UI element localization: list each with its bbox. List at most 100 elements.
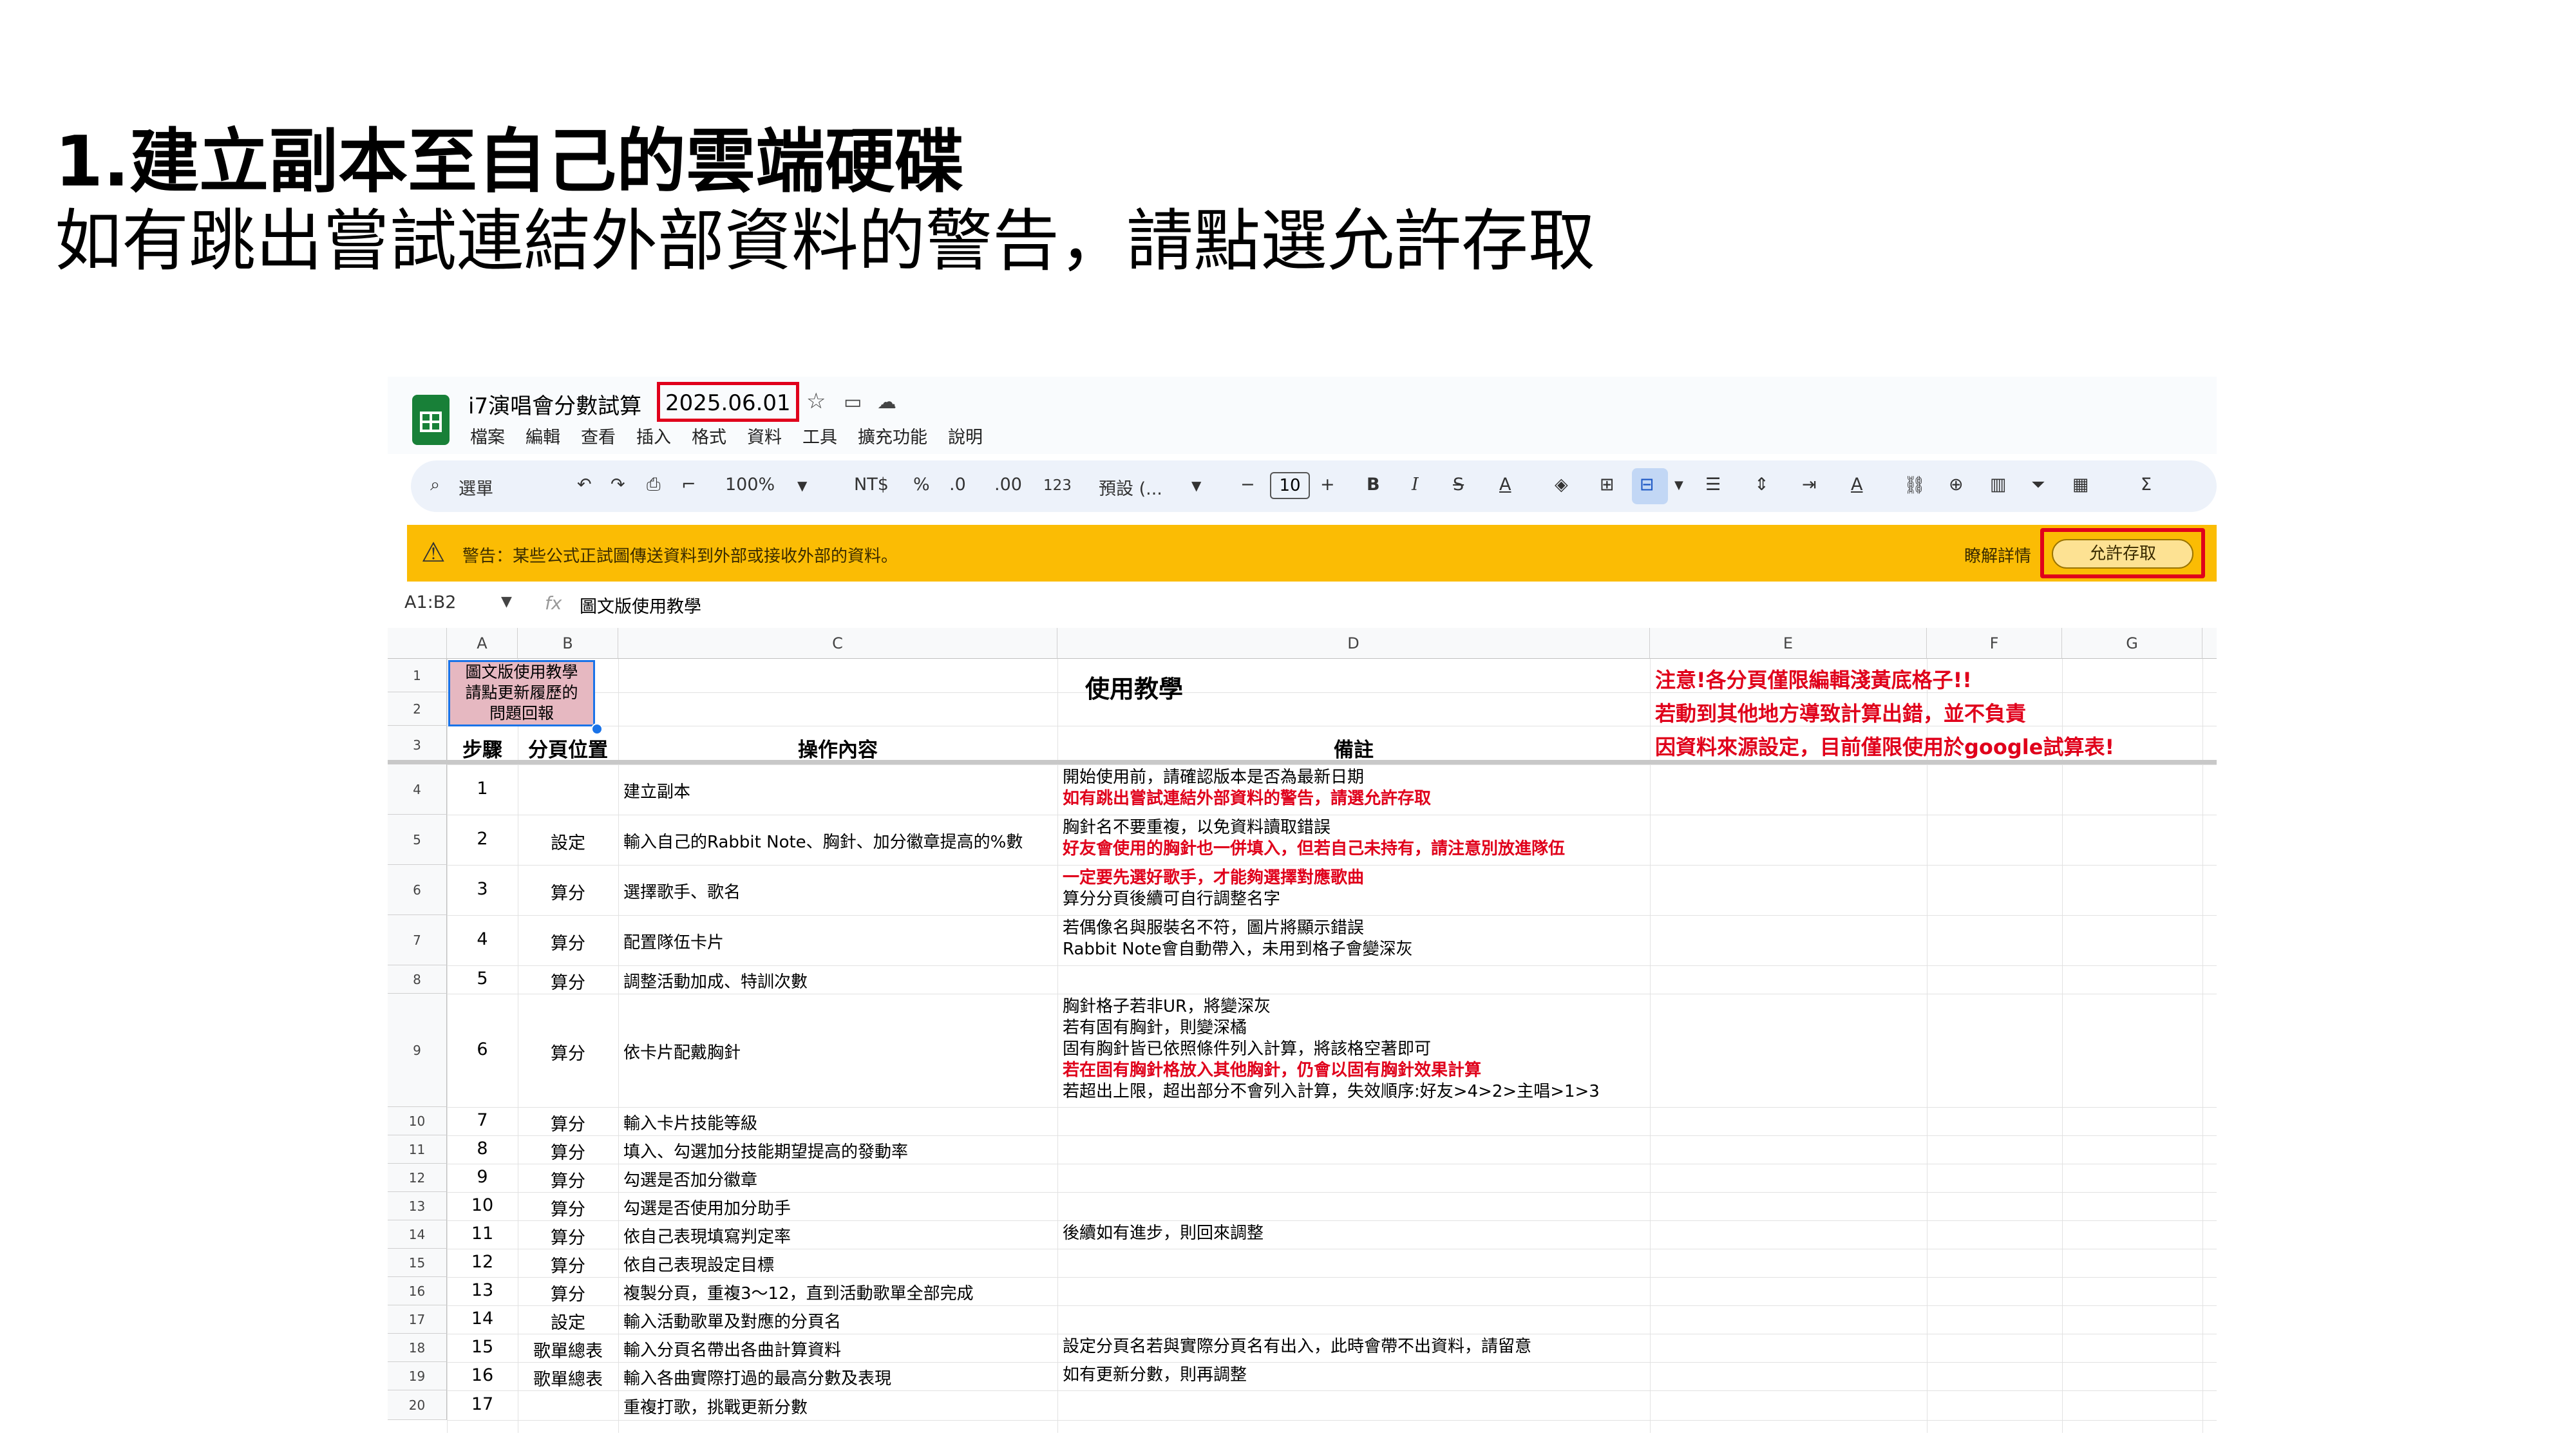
row-header-2[interactable]: 2: [388, 692, 447, 726]
row-header-20[interactable]: 20: [388, 1390, 447, 1420]
text-wrapping-icon[interactable]: ⇥: [1802, 475, 1817, 495]
notice-line-2: 若動到其他地方導致計算出錯，並不負責: [1655, 701, 2027, 726]
note-line: 如有更新分數，則再調整: [1063, 1365, 1247, 1385]
menu-8[interactable]: 說明: [948, 428, 983, 448]
note-line: 固有胸針皆已依照條件列入計算，將該格空著即可: [1063, 1039, 1432, 1059]
note-line: 若在固有胸針格放入其他胸針，仍會以固有胸針效果計算: [1063, 1060, 1482, 1080]
page-cell: 算分: [551, 1143, 585, 1163]
corner-header[interactable]: [388, 628, 447, 659]
move-folder-icon[interactable]: ▭: [844, 391, 862, 413]
insert-link-icon[interactable]: ⛓: [1904, 475, 1926, 495]
column-header-H[interactable]: H: [2202, 628, 2217, 659]
name-box-chevron-down-icon[interactable]: ▼: [501, 594, 512, 610]
menu-0[interactable]: 檔案: [470, 428, 505, 448]
filter-icon[interactable]: ⏷: [2031, 475, 2045, 495]
row-header-16[interactable]: 16: [388, 1277, 447, 1305]
font-chevron-down-icon[interactable]: ▼: [1191, 478, 1201, 493]
text-color-icon[interactable]: A: [1499, 475, 1511, 495]
menu-1[interactable]: 編輯: [526, 428, 560, 448]
note-line: 一定要先選好歌手，才能夠選擇對應歌曲: [1063, 868, 1365, 887]
row-header-13[interactable]: 13: [388, 1192, 447, 1220]
search-icon[interactable]: ⌕: [430, 475, 440, 495]
note-line: 若超出上限，超出部分不會列入計算，失效順序:好友>4>2>主唱>1>3: [1063, 1081, 1600, 1101]
operation-cell: 輸入各曲實際打過的最高分數及表現: [623, 1369, 892, 1388]
menu-2[interactable]: 查看: [581, 428, 616, 448]
decrease-font-size-icon[interactable]: −: [1240, 475, 1255, 495]
print-icon[interactable]: ⎙: [647, 475, 661, 495]
learn-more-link[interactable]: 瞭解詳情: [1964, 543, 2031, 567]
font-select[interactable]: 預設 (...: [1099, 475, 1162, 500]
menu-4[interactable]: 格式: [692, 428, 726, 448]
row-header-11[interactable]: 11: [388, 1135, 447, 1164]
column-header-E[interactable]: E: [1650, 628, 1927, 659]
row-gridline: [447, 1220, 2217, 1221]
column-header-D[interactable]: D: [1057, 628, 1650, 659]
horizontal-align-icon[interactable]: ☰: [1705, 475, 1721, 495]
row-gridline: [447, 865, 2217, 866]
row-header-7[interactable]: 7: [388, 915, 447, 965]
increase-decimal-button[interactable]: .00: [994, 475, 1022, 495]
column-header-F[interactable]: F: [1927, 628, 2062, 659]
row-header-10[interactable]: 10: [388, 1107, 447, 1135]
zoom-select[interactable]: 100%: [725, 475, 775, 495]
text-rotation-icon[interactable]: A: [1851, 475, 1862, 495]
row-gridline: [447, 1277, 2217, 1278]
row-header-17[interactable]: 17: [388, 1305, 447, 1334]
vertical-align-icon[interactable]: ⇕: [1754, 475, 1769, 495]
row-header-8[interactable]: 8: [388, 965, 447, 994]
insert-comment-icon[interactable]: ⊕: [1949, 475, 1964, 495]
row-header-4[interactable]: 4: [388, 764, 447, 815]
fill-color-icon[interactable]: ◈: [1555, 475, 1568, 495]
strikethrough-icon[interactable]: S: [1453, 475, 1464, 495]
column-header-B[interactable]: B: [518, 628, 618, 659]
borders-icon[interactable]: ⊞: [1600, 475, 1615, 495]
row-header-1[interactable]: 1: [388, 659, 447, 692]
formula-input[interactable]: 圖文版使用教學: [580, 592, 701, 618]
sheets-logo-icon[interactable]: [412, 395, 450, 445]
insert-chart-icon[interactable]: ▥: [1990, 475, 2007, 495]
paint-format-icon[interactable]: ⌐: [681, 475, 696, 495]
merge-chevron-down-icon[interactable]: ▼: [1674, 478, 1683, 492]
row-header-18[interactable]: 18: [388, 1334, 447, 1362]
search-menus-label[interactable]: 選單: [459, 475, 493, 500]
doc-title[interactable]: i7演唱會分數試算: [468, 388, 641, 420]
column-header-C[interactable]: C: [618, 628, 1057, 659]
column-header-A[interactable]: A: [447, 628, 518, 659]
increase-font-size-icon[interactable]: +: [1320, 475, 1335, 495]
decrease-decimal-button[interactable]: .0: [949, 475, 966, 495]
row-header-5[interactable]: 5: [388, 815, 447, 865]
row-gridline: [447, 764, 2217, 765]
doc-title-date[interactable]: 2025.06.01: [657, 382, 799, 422]
cloud-status-icon[interactable]: ☁: [877, 391, 896, 413]
merge-cells-icon[interactable]: ⊟: [1640, 475, 1654, 495]
row-header-9[interactable]: 9: [388, 994, 447, 1107]
functions-icon[interactable]: Σ: [2141, 475, 2152, 495]
selected-merged-cell-a1[interactable]: 圖文版使用教學 請點更新履歷的 問題回報: [448, 660, 595, 726]
currency-format-button[interactable]: NT$: [854, 475, 889, 495]
zoom-chevron-down-icon[interactable]: ▼: [797, 478, 807, 493]
number-format-button[interactable]: 123: [1043, 477, 1072, 494]
row-header-19[interactable]: 19: [388, 1362, 447, 1390]
font-size-input[interactable]: 10: [1270, 472, 1310, 499]
row-header-3[interactable]: 3: [388, 726, 447, 764]
redo-icon[interactable]: ↷: [611, 475, 625, 495]
italic-icon[interactable]: I: [1412, 475, 1419, 495]
row-header-15[interactable]: 15: [388, 1249, 447, 1277]
star-icon[interactable]: ☆: [806, 388, 826, 414]
row-header-14[interactable]: 14: [388, 1220, 447, 1249]
menu-6[interactable]: 工具: [802, 428, 837, 448]
menu-3[interactable]: 插入: [636, 428, 671, 448]
column-header-G[interactable]: G: [2062, 628, 2202, 659]
note-line: 胸針名不要重複，以免資料讀取錯誤: [1063, 818, 1331, 837]
bold-icon[interactable]: B: [1367, 475, 1380, 495]
percent-format-button[interactable]: %: [913, 475, 930, 495]
filter-views-icon[interactable]: ▦: [2072, 475, 2089, 495]
menu-5[interactable]: 資料: [747, 428, 782, 448]
undo-icon[interactable]: ↶: [577, 475, 592, 495]
row-header-12[interactable]: 12: [388, 1164, 447, 1192]
allow-access-button[interactable]: 允許存取: [2052, 539, 2193, 569]
row-header-6[interactable]: 6: [388, 865, 447, 915]
step-cell: 1: [477, 779, 488, 799]
menu-7[interactable]: 擴充功能: [858, 428, 927, 448]
name-box[interactable]: A1:B2: [404, 592, 456, 612]
